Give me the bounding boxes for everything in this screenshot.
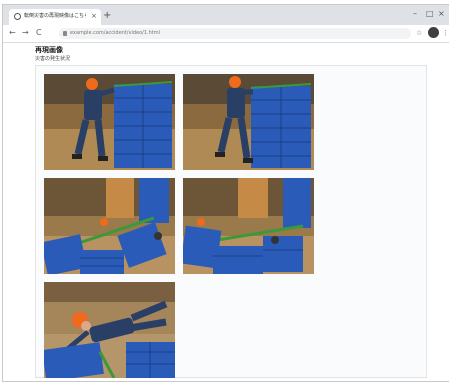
photo-worker-pushing-crates-1[interactable] bbox=[44, 74, 175, 170]
bookmark-star-icon[interactable]: ☆ bbox=[416, 29, 422, 38]
tab-title: 転倒災害の再現映像はこちら bbox=[24, 13, 86, 19]
url-text: example.com/accident/video/1.html bbox=[70, 30, 160, 36]
photo-worker-pushing-crates-2[interactable] bbox=[183, 74, 314, 170]
new-tab-icon[interactable]: + bbox=[103, 9, 111, 22]
photo-cart-tipping-over-2[interactable] bbox=[183, 178, 314, 274]
page-subtitle: 災害の発生状況 bbox=[35, 56, 71, 62]
toolbar: ← → C example.com/accident/video/1.html … bbox=[3, 25, 449, 43]
photo-worker-lying-fallen[interactable] bbox=[44, 282, 175, 378]
browser-window: 転倒災害の再現映像はこちら × + – □ × ← → C example.co… bbox=[2, 4, 449, 382]
reload-icon[interactable]: C bbox=[36, 28, 42, 38]
address-bar[interactable]: example.com/accident/video/1.html bbox=[59, 28, 411, 39]
page-content: 再現画像 災害の発生状況 bbox=[3, 43, 449, 381]
page-title: 再現画像 bbox=[35, 46, 63, 54]
globe-icon bbox=[14, 13, 21, 20]
minimize-icon[interactable]: – bbox=[413, 9, 417, 19]
window-close-icon[interactable]: × bbox=[438, 9, 445, 19]
tab-close-icon[interactable]: × bbox=[91, 12, 97, 21]
back-icon[interactable]: ← bbox=[9, 28, 16, 38]
forward-icon[interactable]: → bbox=[22, 28, 29, 38]
gallery-panel bbox=[35, 65, 427, 378]
menu-kebab-icon[interactable]: ⋮ bbox=[442, 29, 449, 38]
browser-tab[interactable]: 転倒災害の再現映像はこちら × bbox=[9, 9, 101, 25]
maximize-icon[interactable]: □ bbox=[426, 9, 434, 19]
tab-strip: 転倒災害の再現映像はこちら × + – □ × bbox=[3, 5, 449, 25]
photo-cart-tipping-over-1[interactable] bbox=[44, 178, 175, 274]
profile-avatar[interactable] bbox=[428, 27, 439, 38]
lock-icon bbox=[63, 31, 67, 36]
